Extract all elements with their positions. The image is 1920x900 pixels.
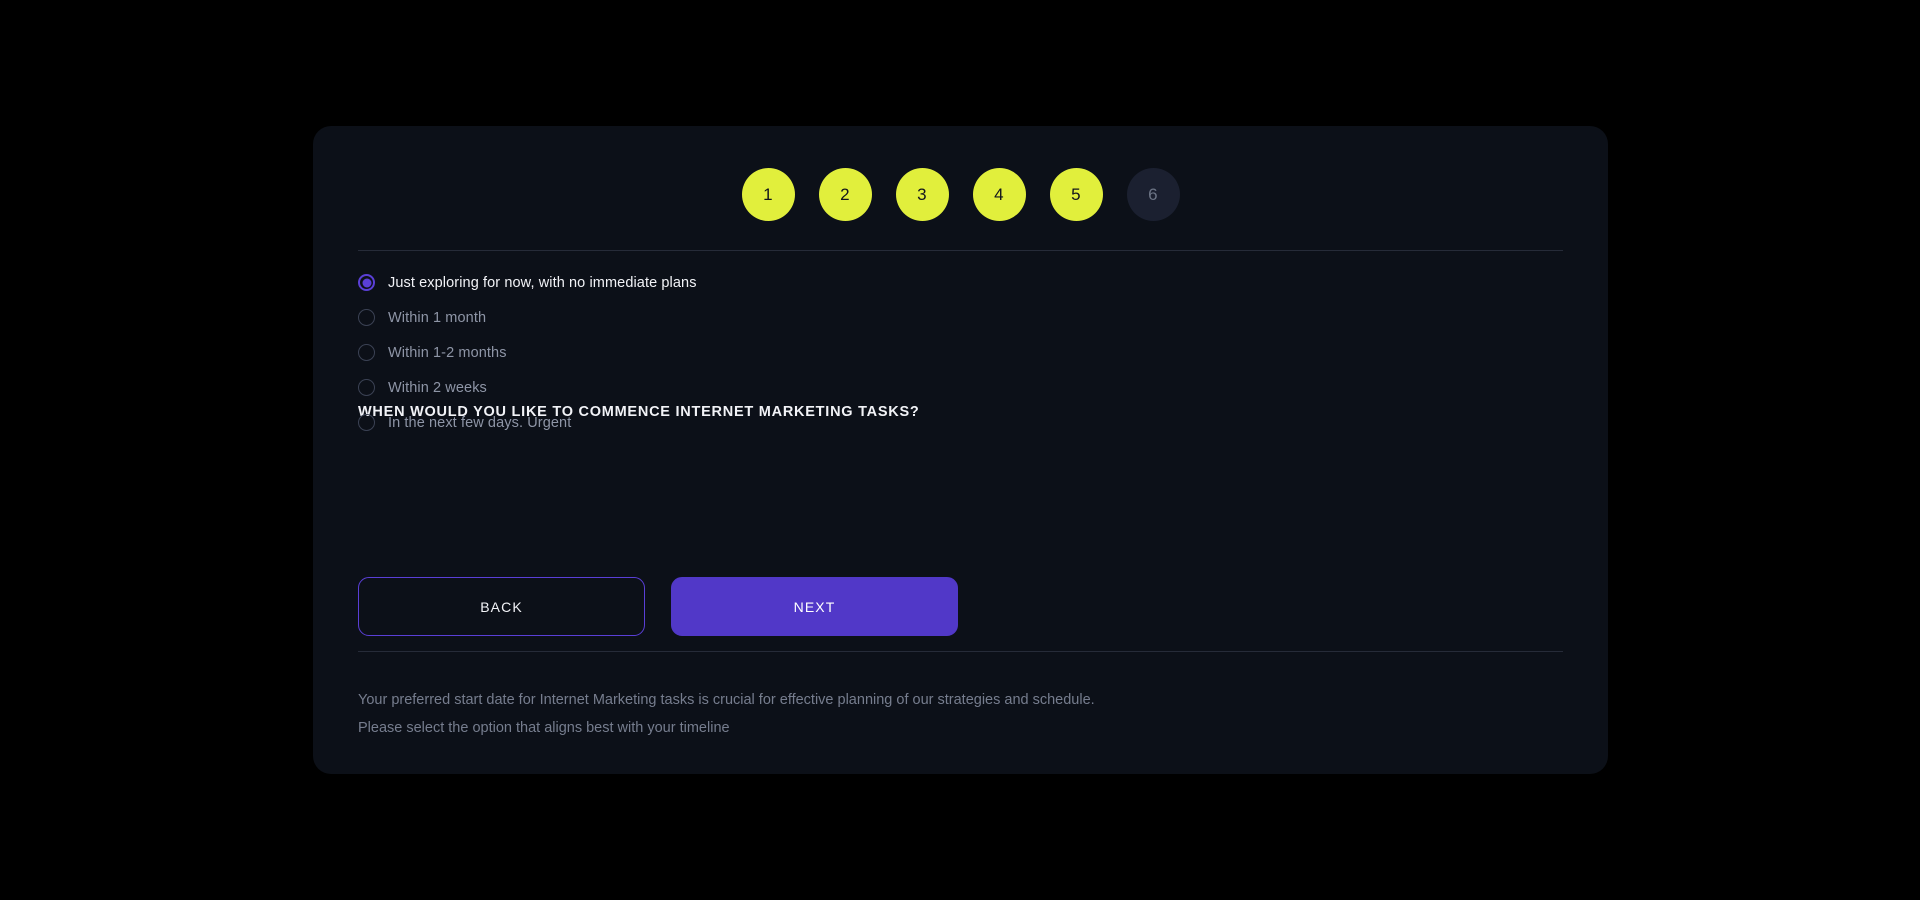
radio-icon[interactable]	[358, 344, 375, 361]
next-button[interactable]: NEXT	[671, 577, 958, 636]
step-3[interactable]: 3	[895, 168, 949, 221]
back-button-label: BACK	[480, 598, 523, 615]
step-6[interactable]: 6	[1126, 168, 1180, 221]
step-3-label: 3	[917, 184, 927, 204]
option-list: Just exploring for now, with no immediat…	[358, 265, 1458, 440]
radio-icon[interactable]	[358, 414, 375, 431]
step-2[interactable]: 2	[818, 168, 872, 221]
step-6-label: 6	[1148, 184, 1158, 204]
step-5[interactable]: 5	[1049, 168, 1103, 221]
option-label: In the next few days. Urgent	[388, 414, 572, 431]
option-just-exploring[interactable]: Just exploring for now, with no immediat…	[358, 265, 1458, 300]
option-label: Within 2 weeks	[388, 379, 487, 396]
step-1[interactable]: 1	[741, 168, 795, 221]
step-4[interactable]: 4	[972, 168, 1026, 221]
action-bar: BACK NEXT	[358, 577, 958, 636]
option-within-1-2-months[interactable]: Within 1-2 months	[358, 335, 1458, 370]
radio-icon[interactable]	[358, 309, 375, 326]
option-label: Just exploring for now, with no immediat…	[388, 274, 697, 291]
radio-icon-selected[interactable]	[358, 274, 375, 291]
step-4-label: 4	[994, 184, 1004, 204]
back-button[interactable]: BACK	[358, 577, 645, 636]
survey-card: 1 2 3 4 5 6 WHEN WOULD YOU LIKE TO COMME…	[313, 126, 1608, 774]
option-within-2-weeks[interactable]: Within 2 weeks	[358, 370, 1458, 405]
step-1-label: 1	[763, 184, 773, 204]
next-button-label: NEXT	[793, 598, 836, 615]
step-2-label: 2	[840, 184, 850, 204]
option-label: Within 1-2 months	[388, 344, 507, 361]
option-within-1-month[interactable]: Within 1 month	[358, 300, 1458, 335]
divider-bottom	[358, 651, 1563, 652]
divider-top	[358, 250, 1563, 251]
step-indicator: 1 2 3 4 5 6	[313, 168, 1608, 221]
helper-note: Your preferred start date for Internet M…	[358, 692, 1095, 736]
page-root: 1 2 3 4 5 6 WHEN WOULD YOU LIKE TO COMME…	[0, 0, 1920, 900]
option-next-few-days-urgent[interactable]: In the next few days. Urgent	[358, 405, 1458, 440]
option-label: Within 1 month	[388, 309, 487, 326]
radio-icon[interactable]	[358, 379, 375, 396]
step-5-label: 5	[1071, 184, 1081, 204]
